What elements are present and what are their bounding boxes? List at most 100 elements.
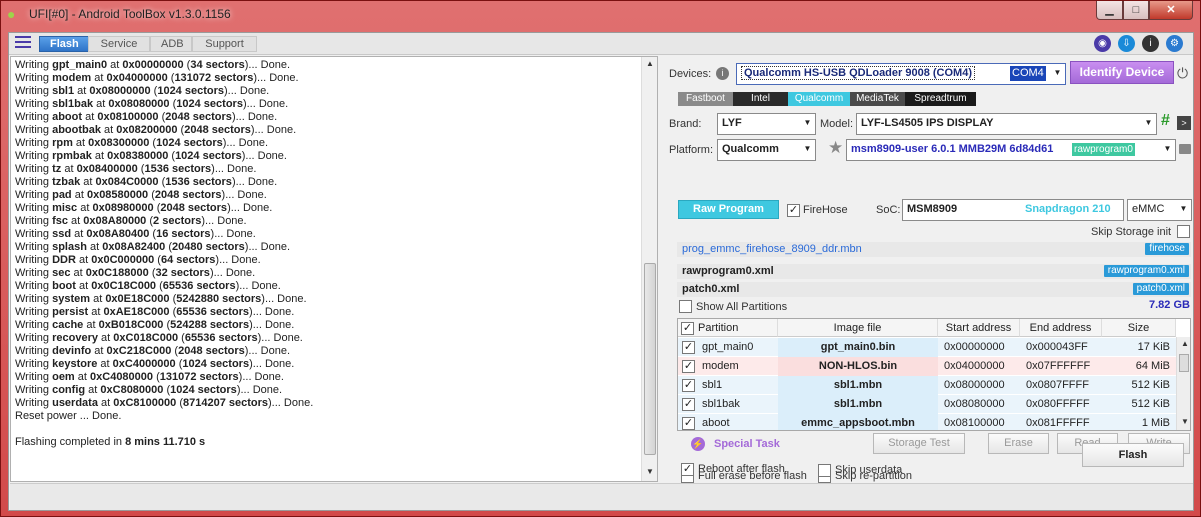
col-start: Start address: [938, 319, 1020, 337]
show-all-checkbox[interactable]: [679, 300, 692, 313]
download-icon[interactable]: ⇩: [1118, 35, 1135, 52]
log-panel[interactable]: Writing gpt_main0 at 0x00000000 (34 sect…: [10, 56, 658, 482]
table-cell: 1 MiB: [1141, 417, 1170, 429]
raw-program-button[interactable]: Raw Program: [678, 200, 779, 219]
file-tag: firehose: [1145, 243, 1189, 255]
log-line: Writing ssd at 0x08A80400 (16 sectors)..…: [15, 228, 256, 240]
log-line: Writing tz at 0x08400000 (1536 sectors).…: [15, 163, 257, 175]
table-scrollbar[interactable]: ▲ ▼: [1176, 337, 1190, 430]
globe-icon[interactable]: ◉: [1094, 35, 1111, 52]
scroll-up-icon[interactable]: ▲: [645, 59, 655, 68]
star-icon[interactable]: ★: [828, 138, 843, 158]
android-icon: ●: [7, 6, 16, 22]
reboot-label: Reboot after flash: [698, 463, 785, 475]
gear-icon[interactable]: ⚙: [1166, 35, 1183, 52]
select-all-checkbox[interactable]: ✓: [681, 322, 694, 335]
log-line: Writing devinfo at 0xC218C000 (2048 sect…: [15, 345, 291, 357]
title-bar[interactable]: ● UFI[#0] - Android ToolBox v1.3.0.1156 …: [1, 1, 1200, 27]
platform-select[interactable]: Qualcomm ▼: [717, 139, 816, 161]
maximize-button[interactable]: □: [1123, 1, 1149, 20]
col-size: Size: [1102, 319, 1176, 337]
firehose-file[interactable]: prog_emmc_firehose_8909_ddr.mbn firehose: [677, 242, 1191, 257]
mode-spreadtrum[interactable]: Spreadtrum: [905, 92, 976, 106]
mode-fastboot[interactable]: Fastboot: [678, 92, 733, 106]
model-select[interactable]: LYF-LS4505 IPS DISPLAY ▼: [856, 113, 1157, 135]
info-icon[interactable]: i: [716, 67, 729, 80]
devices-label: Devices:: [669, 68, 712, 80]
scroll-down-icon[interactable]: ▼: [1180, 417, 1190, 426]
skip-userdata-label: Skip userdata: [835, 464, 903, 476]
table-row[interactable]: ✓ aboot emmc_appsboot.mbn 0x08100000 0x081FF…: [678, 414, 1176, 430]
minimize-button[interactable]: ▁: [1096, 1, 1123, 20]
info-icon[interactable]: i: [1142, 35, 1159, 52]
flash-button[interactable]: Flash: [1082, 443, 1184, 467]
table-cell: emmc_appsboot.mbn: [778, 414, 938, 430]
table-cell: 0x080FFFFF: [1026, 398, 1090, 410]
firehose-checkbox[interactable]: ✓: [787, 204, 800, 217]
tab-service[interactable]: Service: [88, 36, 150, 52]
identify-device-button[interactable]: Identify Device: [1070, 61, 1174, 84]
table-row[interactable]: ✓ modem NON-HLOS.bin 0x04000000 0x07FFFFFF 64…: [678, 357, 1176, 376]
folder-icon[interactable]: [1179, 144, 1191, 154]
scroll-thumb[interactable]: [644, 263, 656, 455]
log-line: Writing splash at 0x08A82400 (20480 sect…: [15, 241, 291, 253]
col-end: End address: [1020, 319, 1102, 337]
log-completed: Flashing completed in 8 mins 11.710 s: [15, 436, 206, 448]
table-row[interactable]: ✓ gpt_main0 gpt_main0.bin 0x00000000 0x00004…: [678, 338, 1176, 357]
tab-support[interactable]: Support: [192, 36, 257, 52]
tab-adb[interactable]: ADB: [150, 36, 192, 52]
brand-select[interactable]: LYF ▼: [717, 113, 816, 135]
table-cell: 0x0807FFFF: [1026, 379, 1089, 391]
rawprogram-file[interactable]: rawprogram0.xml rawprogram0.xml: [677, 264, 1191, 279]
skip-userdata-checkbox[interactable]: [818, 464, 831, 477]
total-size: 7.82 GB: [1149, 299, 1190, 311]
power-icon[interactable]: ⏻: [1177, 65, 1188, 82]
log-line: Writing rpm at 0x08300000 (1024 sectors)…: [15, 137, 269, 149]
reboot-checkbox[interactable]: ✓: [681, 463, 694, 476]
mode-mediatek[interactable]: MediaTek: [850, 92, 905, 106]
storage-test-button[interactable]: Storage Test: [873, 433, 965, 454]
log-line: Writing misc at 0x08980000 (2048 sectors…: [15, 202, 273, 214]
chevron-down-icon: ▼: [1160, 140, 1175, 158]
table-row[interactable]: ✓ sbl1bak sbl1.mbn 0x08080000 0x080FFFFF 512 …: [678, 395, 1176, 414]
special-task-link[interactable]: Special Task: [714, 438, 780, 450]
erase-button[interactable]: Erase: [988, 433, 1049, 454]
file-tag: patch0.xml: [1132, 283, 1189, 295]
log-line: Writing boot at 0x0C18C000 (65536 sector…: [15, 280, 281, 292]
build-tag: rawprogram0: [1072, 143, 1135, 156]
scroll-down-icon[interactable]: ▼: [645, 467, 655, 476]
mode-intel[interactable]: Intel: [733, 92, 788, 106]
scroll-thumb[interactable]: [1179, 354, 1189, 372]
table-cell: 512 KiB: [1131, 398, 1170, 410]
chevron-down-icon: ▼: [1141, 114, 1156, 132]
skip-storage-checkbox[interactable]: [1177, 225, 1190, 238]
scroll-up-icon[interactable]: ▲: [1180, 339, 1190, 348]
close-button[interactable]: ✕: [1149, 1, 1193, 20]
skip-storage-label: Skip Storage init: [1091, 226, 1172, 238]
table-cell: 0x00000000: [944, 341, 1005, 353]
platform-mode-tabs: Fastboot Intel Qualcomm MediaTek Spreadt…: [678, 92, 976, 106]
soc-field[interactable]: MSM8909 Snapdragon 210: [902, 199, 1124, 221]
hash-icon[interactable]: #: [1161, 112, 1170, 130]
log-line: Writing config at 0xC8080000 (1024 secto…: [15, 384, 283, 396]
log-line: Writing keystore at 0xC4000000 (1024 sec…: [15, 358, 295, 370]
log-line: Writing sbl1bak at 0x08080000 (1024 sect…: [15, 98, 289, 110]
build-select[interactable]: msm8909-user 6.0.1 MMB29M 6d84d61 rawprog…: [846, 139, 1176, 161]
table-row[interactable]: ✓ sbl1 sbl1.mbn 0x08000000 0x0807FFFF 512 KiB: [678, 376, 1176, 395]
tab-flash[interactable]: Flash: [39, 36, 90, 52]
menu-icon[interactable]: [15, 36, 31, 50]
devices-select[interactable]: Qualcomm HS-USB QDLoader 9008 (COM4) COM…: [736, 63, 1066, 85]
col-image: Image file: [778, 319, 938, 337]
show-all-label: Show All Partitions: [696, 301, 788, 313]
log-line: Writing tzbak at 0x084C0000 (1536 sector…: [15, 176, 278, 188]
storage-select[interactable]: eMMC ▼: [1127, 199, 1192, 221]
terminal-icon[interactable]: >: [1177, 116, 1191, 130]
log-line: Writing recovery at 0xC018C000 (65536 se…: [15, 332, 303, 344]
log-line: Writing cache at 0xB018C000 (524288 sect…: [15, 319, 295, 331]
patch-file[interactable]: patch0.xml patch0.xml: [677, 282, 1191, 297]
table-cell: 0x08080000: [944, 398, 1005, 410]
table-cell: 512 KiB: [1131, 379, 1170, 391]
log-scrollbar[interactable]: ▲ ▼: [641, 57, 657, 481]
mode-qualcomm[interactable]: Qualcomm: [788, 92, 850, 106]
app-window: ● UFI[#0] - Android ToolBox v1.3.0.1156 …: [0, 0, 1201, 517]
